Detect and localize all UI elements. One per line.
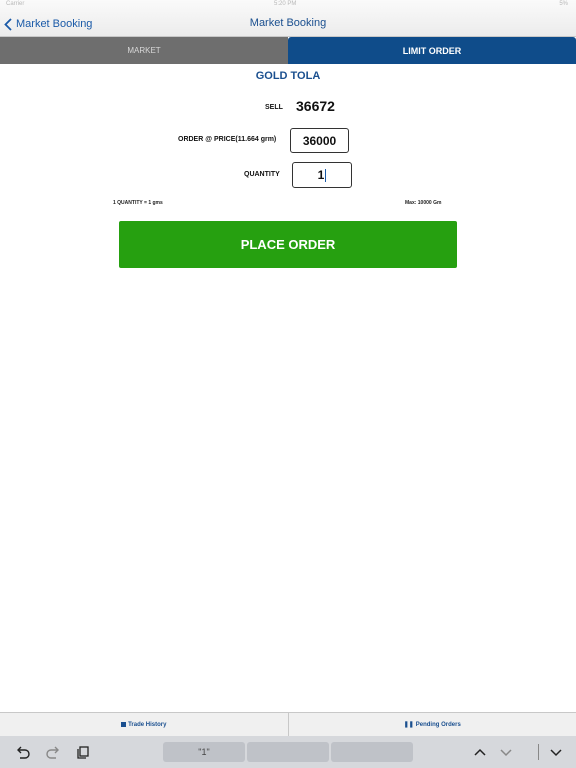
- place-order-button[interactable]: PLACE ORDER: [119, 221, 457, 268]
- quantity-input[interactable]: 1: [292, 162, 352, 188]
- pause-icon: ❚❚: [403, 722, 414, 728]
- navigation-bar: Carrier 5:20 PM 5% Market Booking Market…: [0, 0, 576, 37]
- sell-price-value: 36672: [296, 98, 335, 114]
- max-quantity-note: Max: 10000 Gm: [405, 200, 442, 206]
- redo-icon[interactable]: [45, 744, 61, 760]
- undo-icon[interactable]: [15, 744, 31, 760]
- quantity-label: QUANTITY: [244, 171, 280, 178]
- status-bar: Carrier 5:20 PM 5%: [0, 1, 576, 9]
- order-type-tabs: MARKET LIMIT ORDER: [0, 37, 576, 64]
- order-price-value: 36000: [302, 133, 337, 148]
- bottom-tab-bar: Trade History ❚❚ Pending Orders: [0, 712, 576, 736]
- product-name: GOLD TOLA: [255, 70, 321, 82]
- quantity-conversion-note: 1 QUANTITY = 1 gms: [113, 200, 163, 206]
- order-price-input[interactable]: 36000: [290, 128, 349, 153]
- pending-orders-label: Pending Orders: [415, 721, 461, 728]
- status-time: 5:20 PM: [274, 1, 297, 7]
- suggestion-2[interactable]: [247, 742, 329, 762]
- quantity-value: 1: [317, 168, 325, 182]
- order-price-label: ORDER @ PRICE(11.664 grm): [178, 136, 277, 143]
- square-icon: [121, 722, 127, 727]
- sell-label: SELL: [265, 104, 283, 111]
- suggestion-3[interactable]: [331, 742, 413, 762]
- chevron-down-icon[interactable]: [498, 744, 514, 760]
- carrier-text: Carrier: [6, 1, 25, 7]
- tab-market[interactable]: MARKET: [0, 37, 288, 64]
- battery-text: 5%: [559, 1, 568, 7]
- trade-history-tab[interactable]: Trade History: [0, 713, 289, 736]
- pending-orders-tab[interactable]: ❚❚ Pending Orders: [289, 713, 576, 736]
- suggestion-1[interactable]: "1": [163, 742, 245, 762]
- text-cursor: [325, 168, 327, 182]
- page-title: Market Booking: [249, 17, 327, 29]
- keyboard-shortcut-bar: "1": [0, 736, 576, 768]
- dismiss-keyboard-icon[interactable]: [548, 744, 564, 760]
- tab-limit-order[interactable]: LIMIT ORDER: [288, 37, 576, 64]
- paste-icon[interactable]: [75, 744, 91, 760]
- trade-history-label: Trade History: [128, 721, 167, 728]
- screen: Carrier 5:20 PM 5% Market Booking Market…: [0, 0, 576, 768]
- chevron-up-icon[interactable]: [472, 744, 488, 760]
- divider: [538, 744, 539, 760]
